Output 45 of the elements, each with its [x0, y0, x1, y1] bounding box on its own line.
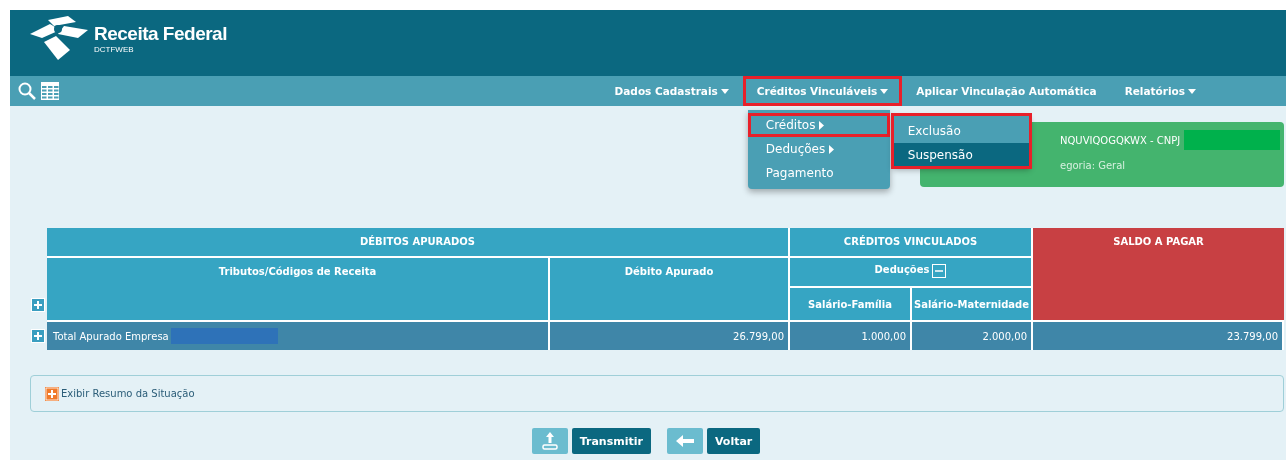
expand-icon[interactable] [31, 329, 45, 343]
action-button[interactable]: Transmitir [571, 428, 651, 454]
search-icon[interactable] [18, 82, 36, 100]
table-cell: 1.000,00 [790, 322, 912, 350]
table-icon[interactable] [41, 82, 59, 100]
submenu-arrow-icon [819, 120, 825, 130]
table-cell: 26.799,00 [550, 322, 790, 350]
button-icon-tile[interactable] [531, 428, 568, 454]
dropdown-item[interactable]: Créditos [747, 113, 890, 137]
app-subtitle: DCTFWEB [94, 44, 135, 54]
column-header: Débito Apurado [550, 258, 790, 322]
submenu-item[interactable]: Suspensão [892, 143, 1030, 167]
table-cell: 23.799,00 [1033, 322, 1284, 350]
nav-menu-item[interactable]: Aplicar Vinculação Automática [902, 76, 1111, 106]
nav-menu-item[interactable]: Relatórios [1110, 76, 1210, 106]
upload-icon [541, 432, 558, 450]
company-name: NQUVIQOGQKWX - CNPJ [1060, 134, 1181, 146]
button-icon-tile[interactable] [666, 428, 703, 454]
caret-icon [880, 88, 889, 94]
nav-menu-item[interactable]: Dados Cadastrais [600, 76, 743, 106]
column-group-header: CRÉDITOS VINCULADOS [790, 228, 1033, 258]
app-title: Receita Federal [94, 22, 227, 45]
caret-icon [1188, 88, 1196, 94]
column-header: Tributos/Códigos de Receita [47, 258, 550, 322]
column-header: Deduções [790, 258, 1033, 288]
table-cell: 2.000,00 [912, 322, 1033, 350]
nav-menu-item[interactable]: Créditos Vinculáveis [742, 76, 903, 106]
expand-icon[interactable] [31, 298, 45, 312]
column-group-header: DÉBITOS APURADOS [47, 228, 790, 258]
collapse-icon[interactable] [932, 264, 947, 278]
column-header: Salário-Família [790, 288, 912, 322]
summary-toggle[interactable]: Exibir Resumo da Situação [45, 386, 195, 401]
column-group-header: SALDO A PAGAR [1033, 228, 1284, 322]
submenu-item[interactable]: Exclusão [892, 119, 1030, 143]
category-text: egoria: Geral [1060, 160, 1127, 171]
logo-icon [28, 16, 90, 60]
arrow-left-icon [675, 435, 694, 447]
caret-icon [720, 88, 729, 94]
row-label: Total Apurado Empresa [53, 330, 169, 342]
action-button[interactable]: Voltar [706, 428, 761, 454]
submenu-arrow-icon [829, 144, 835, 154]
dropdown-item[interactable]: Pagamento [747, 161, 890, 185]
expand-icon [45, 386, 59, 401]
dropdown-item[interactable]: Deduções [747, 137, 890, 161]
column-header: Salário-Maternidade [912, 288, 1033, 322]
